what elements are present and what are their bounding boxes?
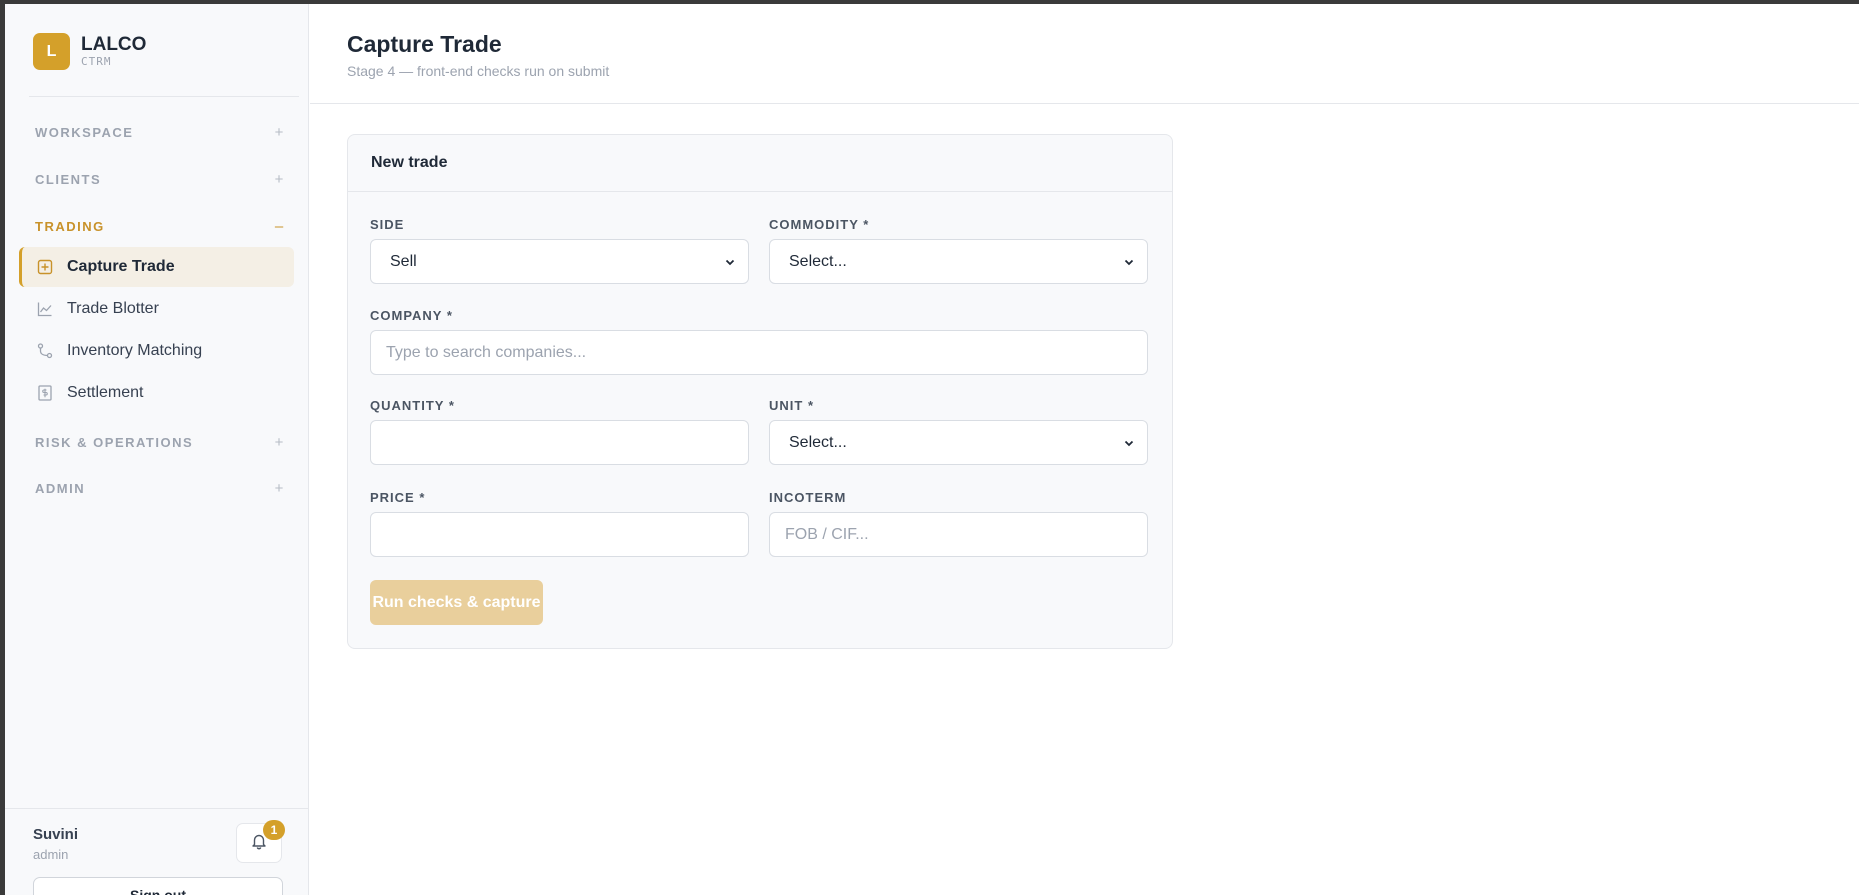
- quantity-input[interactable]: [370, 420, 749, 465]
- brand[interactable]: L LALCO CTRM: [33, 33, 146, 70]
- company-search-input[interactable]: [370, 330, 1148, 375]
- page-subtitle: Stage 4 — front-end checks run on submit: [347, 63, 610, 79]
- section-clients[interactable]: CLIENTS +: [35, 169, 285, 189]
- sidebar-item-trade-blotter[interactable]: Trade Blotter: [19, 289, 294, 329]
- sidebar-item-settlement[interactable]: Settlement: [19, 373, 294, 413]
- sidebar-item-label: Settlement: [67, 384, 144, 401]
- divider: [29, 96, 299, 97]
- user-role: admin: [33, 847, 69, 862]
- receipt-icon: [37, 385, 53, 401]
- sidebar-item-label: Capture Trade: [67, 258, 175, 275]
- new-trade-card: New trade SIDE Sell COMMODITY * Select..…: [347, 134, 1173, 649]
- chevron-down-icon: [1124, 259, 1134, 265]
- section-label: CLIENTS: [35, 171, 102, 187]
- page-title: Capture Trade: [347, 31, 502, 57]
- section-label: RISK & OPERATIONS: [35, 434, 194, 450]
- sidebar-item-label: Inventory Matching: [67, 342, 203, 359]
- expand-icon: +: [274, 433, 284, 451]
- section-label: ADMIN: [35, 480, 86, 496]
- user-name: Suvini: [33, 826, 79, 843]
- sidebar-item-inventory-matching[interactable]: Inventory Matching: [19, 331, 294, 371]
- git-branch-icon: [37, 343, 53, 359]
- brand-subtitle: CTRM: [81, 55, 112, 68]
- commodity-value: Select...: [789, 252, 847, 270]
- sidebar-item-label: Trade Blotter: [67, 300, 159, 317]
- section-label: TRADING: [35, 218, 105, 234]
- expand-icon: +: [274, 123, 284, 141]
- window-top-border: [0, 0, 1859, 4]
- section-risk-operations[interactable]: RISK & OPERATIONS +: [35, 432, 285, 452]
- notification-count-badge: 1: [263, 820, 285, 840]
- incoterm-input[interactable]: [769, 512, 1148, 557]
- unit-label: UNIT *: [769, 398, 814, 413]
- price-label: PRICE *: [370, 490, 426, 505]
- side-label: SIDE: [370, 217, 405, 232]
- divider: [5, 808, 309, 809]
- section-workspace[interactable]: WORKSPACE +: [35, 122, 285, 142]
- collapse-icon: –: [274, 217, 284, 235]
- sign-out-button[interactable]: Sign out: [33, 877, 283, 895]
- incoterm-label: INCOTERM: [769, 490, 847, 505]
- company-label: COMPANY *: [370, 308, 453, 323]
- section-admin[interactable]: ADMIN +: [35, 478, 285, 498]
- side-select[interactable]: Sell: [370, 239, 749, 284]
- window-left-border: [0, 0, 5, 895]
- price-input[interactable]: [370, 512, 749, 557]
- unit-value: Select...: [789, 433, 847, 451]
- sidebar-item-capture-trade[interactable]: Capture Trade: [19, 247, 294, 287]
- brand-logo: L: [33, 33, 70, 70]
- expand-icon: +: [274, 479, 284, 497]
- sidebar: L LALCO CTRM WORKSPACE + CLIENTS + TRADI…: [5, 4, 309, 895]
- run-checks-capture-button[interactable]: Run checks & capture: [370, 580, 543, 625]
- section-label: WORKSPACE: [35, 124, 134, 140]
- chevron-down-icon: [725, 259, 735, 265]
- brand-name: LALCO: [81, 34, 147, 55]
- plus-square-icon: [37, 259, 53, 275]
- card-title: New trade: [348, 135, 1172, 192]
- expand-icon: +: [274, 170, 284, 188]
- unit-select[interactable]: Select...: [769, 420, 1148, 465]
- commodity-select[interactable]: Select...: [769, 239, 1148, 284]
- quantity-label: QUANTITY *: [370, 398, 455, 413]
- chevron-down-icon: [1124, 440, 1134, 446]
- line-chart-icon: [37, 301, 53, 317]
- side-value: Sell: [390, 252, 417, 270]
- commodity-label: COMMODITY *: [769, 217, 870, 232]
- page-header: Capture Trade Stage 4 — front-end checks…: [310, 4, 1859, 104]
- section-trading[interactable]: TRADING –: [35, 216, 285, 236]
